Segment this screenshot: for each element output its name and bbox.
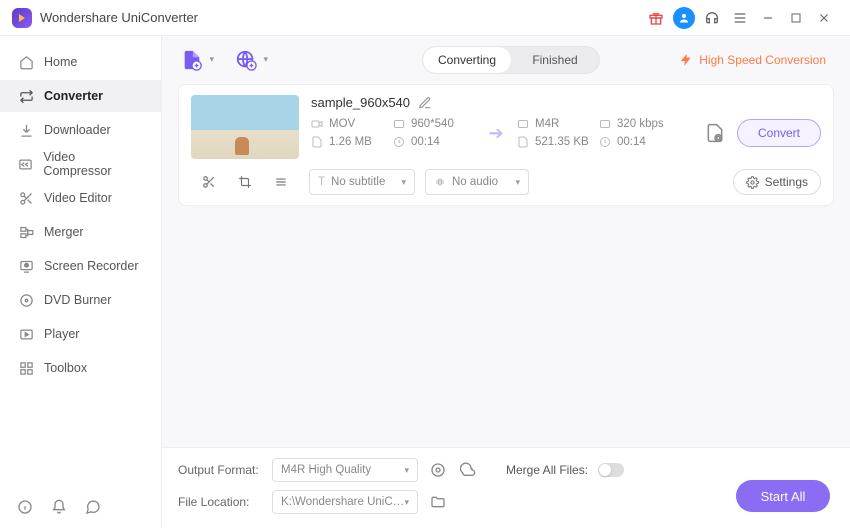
sidebar-item-label: Converter — [44, 89, 103, 103]
bitrate-icon — [599, 118, 611, 130]
grid-icon — [18, 360, 34, 376]
sidebar-item-toolbox[interactable]: Toolbox — [0, 352, 161, 384]
sidebar-item-label: Player — [44, 327, 79, 341]
dimensions-icon — [393, 118, 405, 130]
chevron-down-icon: ▾ — [404, 497, 409, 508]
feedback-icon[interactable] — [84, 498, 102, 516]
crop-icon[interactable] — [235, 172, 255, 192]
home-icon — [18, 54, 34, 70]
sidebar-item-label: DVD Burner — [44, 293, 111, 307]
clock-icon — [393, 136, 405, 148]
bolt-icon — [679, 53, 693, 67]
app-logo — [12, 8, 32, 28]
output-format-dropdown[interactable]: M4R High Quality ▾ — [272, 458, 418, 482]
sidebar: Home Converter Downloader Video Compressor V… — [0, 36, 162, 528]
close-icon[interactable] — [810, 4, 838, 32]
bell-icon[interactable] — [50, 498, 68, 516]
info-icon[interactable] — [16, 498, 34, 516]
merge-icon — [18, 224, 34, 240]
open-folder-icon[interactable] — [428, 492, 448, 512]
sidebar-item-label: Merger — [44, 225, 84, 239]
sidebar-item-label: Toolbox — [44, 361, 87, 375]
scissors-icon — [18, 190, 34, 206]
download-icon — [18, 122, 34, 138]
disc-icon — [18, 292, 34, 308]
video-thumbnail[interactable] — [191, 95, 299, 159]
convert-icon — [18, 88, 34, 104]
chevron-down-icon: ▾ — [401, 177, 406, 188]
video-icon — [311, 118, 323, 130]
chevron-down-icon: ▾ — [515, 177, 520, 188]
start-all-button[interactable]: Start All — [736, 480, 830, 512]
file-name: sample_960x540 — [311, 95, 410, 110]
tab-finished[interactable]: Finished — [511, 47, 599, 73]
convert-button[interactable]: Convert — [737, 119, 821, 147]
menu-icon[interactable] — [726, 4, 754, 32]
chevron-down-icon: ▾ — [404, 465, 409, 476]
audio-icon — [517, 118, 529, 130]
sidebar-item-converter[interactable]: Converter — [0, 80, 161, 112]
file-location-dropdown[interactable]: K:\Wondershare UniConverter ▾ — [272, 490, 418, 514]
file-icon — [517, 136, 529, 148]
sidebar-item-downloader[interactable]: Downloader — [0, 114, 161, 146]
sidebar-item-label: Downloader — [44, 123, 111, 137]
output-format-label: Output Format: — [178, 463, 262, 477]
sidebar-item-screen-recorder[interactable]: Screen Recorder — [0, 250, 161, 282]
settings-button[interactable]: Settings — [733, 169, 821, 195]
sidebar-item-player[interactable]: Player — [0, 318, 161, 350]
subtitle-icon: T — [318, 176, 325, 188]
sidebar-item-label: Video Compressor — [43, 150, 143, 178]
add-file-button[interactable]: ▾ — [178, 46, 206, 74]
subtitle-dropdown[interactable]: T No subtitle ▾ — [309, 169, 415, 195]
maximize-icon[interactable] — [782, 4, 810, 32]
sidebar-item-label: Screen Recorder — [44, 259, 139, 273]
sidebar-item-dvd-burner[interactable]: DVD Burner — [0, 284, 161, 316]
minimize-icon[interactable] — [754, 4, 782, 32]
sidebar-item-video-compressor[interactable]: Video Compressor — [0, 148, 161, 180]
high-speed-label: High Speed Conversion — [699, 53, 826, 67]
file-location-label: File Location: — [178, 495, 262, 509]
sidebar-item-video-editor[interactable]: Video Editor — [0, 182, 161, 214]
chevron-down-icon: ▾ — [263, 54, 268, 65]
tab-switch: Converting Finished — [422, 46, 600, 74]
output-settings-icon[interactable] — [701, 119, 729, 147]
gear-icon — [746, 176, 759, 189]
clock-icon — [599, 136, 611, 148]
edit-name-icon[interactable] — [418, 96, 432, 110]
audio-dropdown[interactable]: No audio ▾ — [425, 169, 529, 195]
app-title: Wondershare UniConverter — [40, 10, 198, 25]
arrow-right-icon: ➔ — [481, 123, 511, 144]
sidebar-item-merger[interactable]: Merger — [0, 216, 161, 248]
support-icon[interactable] — [698, 4, 726, 32]
merge-toggle[interactable] — [598, 463, 624, 477]
preset-settings-icon[interactable] — [428, 460, 448, 480]
sidebar-item-label: Home — [44, 55, 77, 69]
chevron-down-icon: ▾ — [209, 54, 214, 65]
merge-label: Merge All Files: — [506, 463, 588, 477]
add-url-button[interactable]: ▾ — [232, 46, 260, 74]
record-icon — [18, 258, 34, 274]
file-card: sample_960x540 MOV 1.26 MB 960*540 00:14… — [178, 84, 834, 206]
cloud-icon[interactable] — [458, 460, 478, 480]
gift-icon[interactable] — [642, 4, 670, 32]
tab-converting[interactable]: Converting — [423, 47, 511, 73]
high-speed-toggle[interactable]: High Speed Conversion — [671, 53, 834, 67]
more-icon[interactable] — [271, 172, 291, 192]
file-icon — [311, 136, 323, 148]
sidebar-item-label: Video Editor — [44, 191, 112, 205]
compress-icon — [18, 156, 33, 172]
trim-icon[interactable] — [199, 172, 219, 192]
sidebar-item-home[interactable]: Home — [0, 46, 161, 78]
waveform-icon — [434, 176, 446, 188]
play-icon — [18, 326, 34, 342]
user-avatar-icon[interactable] — [670, 4, 698, 32]
